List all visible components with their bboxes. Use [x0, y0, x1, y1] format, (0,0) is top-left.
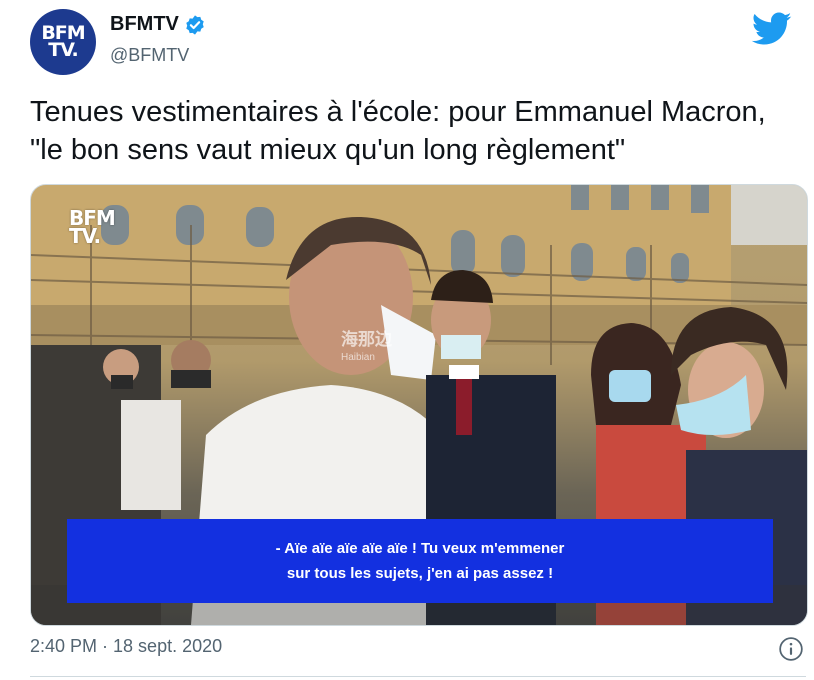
tweet-card: BFM TV. BFMTV @BFMTV Tenues vestimentair…	[0, 0, 814, 680]
author-handle[interactable]: @BFMTV	[110, 45, 189, 66]
watermark: 海那边 Haibian	[341, 331, 392, 367]
author-name-link[interactable]: BFMTV	[110, 13, 206, 36]
subtitle-line1: - Aïe aïe aïe aïe aïe ! Tu veux m'emmene…	[275, 540, 565, 557]
twitter-bird-icon[interactable]	[752, 12, 792, 46]
tweet-text-line2: "le bon sens vaut mieux qu'un long règle…	[30, 134, 626, 166]
verified-badge-icon	[186, 14, 204, 35]
divider	[30, 676, 806, 677]
watermark-line2: Haibian	[341, 352, 375, 363]
tweet-text-line1: Tenues vestimentaires à l'école: pour Em…	[30, 96, 766, 128]
avatar-text-line2: TV.	[48, 39, 78, 61]
tweet-text: Tenues vestimentaires à l'école: pour Em…	[30, 93, 800, 169]
channel-logo-overlay: BFM TV.	[69, 208, 116, 246]
tweet-media-video[interactable]: BFM TV. 海那边 Haibian - Aïe aïe aïe aïe aï…	[30, 184, 808, 626]
info-icon[interactable]	[778, 636, 804, 662]
author-name: BFMTV	[110, 13, 179, 35]
watermark-line1: 海那边	[341, 330, 392, 349]
video-subtitle: - Aïe aïe aïe aïe aïe ! Tu veux m'emmene…	[67, 519, 773, 603]
tweet-timestamp[interactable]: 2:40 PM · 18 sept. 2020	[30, 636, 222, 657]
subtitle-line2: sur tous les sujets, j'en ai pas assez !	[286, 565, 554, 582]
avatar[interactable]: BFM TV.	[30, 9, 96, 75]
